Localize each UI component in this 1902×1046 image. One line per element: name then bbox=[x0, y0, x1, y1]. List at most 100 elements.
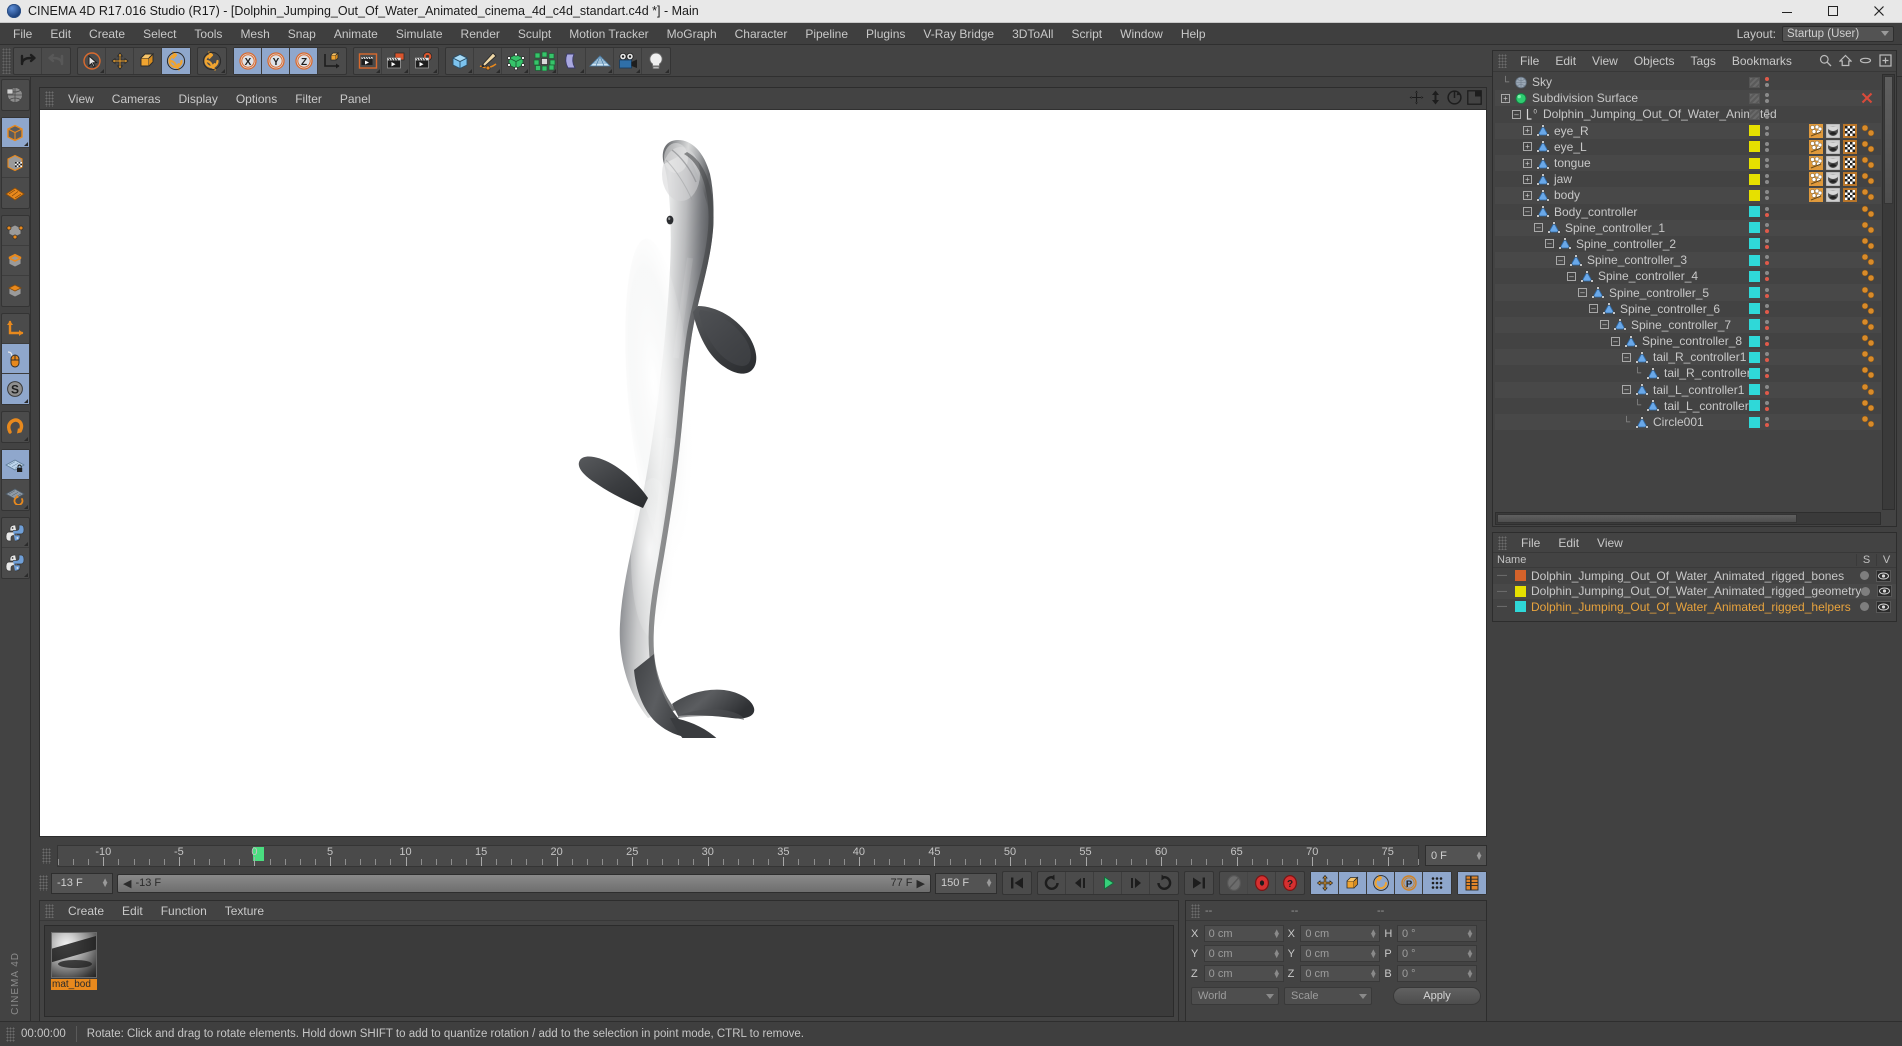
make-editable-icon[interactable] bbox=[2, 80, 29, 110]
visibility-dots[interactable] bbox=[1765, 352, 1769, 363]
object-row[interactable]: – 0 Dolphin_Jumping_Out_Of_Water_Animated bbox=[1495, 106, 1881, 122]
camera-icon[interactable] bbox=[614, 47, 642, 74]
python-script-2-icon[interactable] bbox=[2, 548, 29, 578]
plus-icon[interactable]: + bbox=[1523, 126, 1532, 136]
menu-sculpt[interactable]: Sculpt bbox=[509, 23, 560, 45]
layer-color-swatch[interactable] bbox=[1749, 287, 1760, 299]
om-menu-view[interactable]: View bbox=[1584, 51, 1626, 72]
layer-color-swatch[interactable] bbox=[1749, 238, 1760, 250]
layer-color-swatch[interactable] bbox=[1749, 141, 1760, 153]
coord-rot-p-input[interactable]: 0 ° ▲ ▼ bbox=[1396, 945, 1477, 962]
object-row[interactable]: + tongue bbox=[1495, 154, 1881, 172]
render-to-picture-viewer-icon[interactable] bbox=[382, 47, 410, 74]
polygon-mode-icon[interactable] bbox=[2, 276, 29, 306]
joint-dots-icon[interactable] bbox=[1860, 350, 1875, 364]
timeline-ruler[interactable]: -10 -5 0 5 10 15 20 25 30 35 40 45 50 55 60 65 70 75 bbox=[57, 845, 1419, 867]
tree-expand-toggle[interactable]: – bbox=[1587, 303, 1600, 314]
nurbs-generator-icon[interactable] bbox=[502, 47, 530, 74]
layer-solo-toggle[interactable] bbox=[1860, 602, 1869, 612]
menu-character[interactable]: Character bbox=[726, 23, 797, 45]
visibility-dots[interactable] bbox=[1765, 238, 1769, 249]
rotate-alt-icon[interactable] bbox=[198, 48, 226, 74]
stepper-icon[interactable]: ▲ ▼ bbox=[1369, 927, 1377, 939]
timeline-end-field[interactable]: 150 F ▲ ▼ bbox=[935, 872, 997, 894]
menu-edit[interactable]: Edit bbox=[41, 23, 80, 45]
material-manager-grip[interactable] bbox=[45, 903, 54, 918]
coord-size-z-input[interactable]: 0 cm ▲ ▼ bbox=[1300, 965, 1381, 982]
object-row[interactable]: – Spine_controller_7 bbox=[1495, 316, 1881, 333]
om-menu-edit[interactable]: Edit bbox=[1547, 51, 1584, 72]
visibility-dots[interactable] bbox=[1765, 417, 1769, 428]
record-active-objects-icon[interactable] bbox=[1248, 872, 1276, 894]
go-to-next-frame-icon[interactable] bbox=[1122, 872, 1150, 894]
material-menu-function[interactable]: Function bbox=[152, 901, 216, 921]
texture-tag-icon[interactable] bbox=[1826, 123, 1840, 138]
joint-dots-icon[interactable] bbox=[1860, 221, 1875, 235]
layer-color-swatch[interactable] bbox=[1749, 400, 1760, 412]
layer-color-swatch[interactable] bbox=[1749, 76, 1760, 88]
search-icon[interactable] bbox=[1819, 54, 1832, 67]
texture-mode-icon[interactable] bbox=[1, 148, 29, 178]
go-to-next-key-icon[interactable] bbox=[1150, 872, 1178, 894]
object-row[interactable]: – tail_R_controller1 bbox=[1495, 349, 1881, 366]
live-selection-icon[interactable] bbox=[78, 47, 106, 74]
primitive-cube-icon[interactable] bbox=[446, 47, 474, 74]
joint-dots-icon[interactable] bbox=[1860, 172, 1875, 186]
layer-color-swatch[interactable] bbox=[1749, 125, 1760, 137]
menu-3dtoall[interactable]: 3DToAll bbox=[1003, 23, 1062, 45]
menu-plugins[interactable]: Plugins bbox=[857, 23, 914, 45]
visibility-dots[interactable] bbox=[1765, 336, 1769, 347]
scrollbar-thumb[interactable] bbox=[1884, 76, 1893, 204]
minus-icon[interactable]: – bbox=[1578, 288, 1587, 298]
material-item[interactable]: mat_bod bbox=[51, 932, 97, 990]
viewport-rotate-icon[interactable] bbox=[1447, 90, 1462, 105]
tree-expand-toggle[interactable]: + bbox=[1521, 190, 1534, 201]
viewport-scale-icon[interactable] bbox=[1429, 90, 1442, 105]
layer-row[interactable]: — Dolphin_Jumping_Out_Of_Water_Animated_r… bbox=[1493, 583, 1896, 599]
layer-color-swatch[interactable] bbox=[1749, 157, 1760, 169]
menu-help[interactable]: Help bbox=[1172, 23, 1215, 45]
weight-tag-icon[interactable] bbox=[1809, 139, 1823, 154]
layer-color-swatch[interactable] bbox=[1515, 601, 1526, 613]
dolphin-model[interactable] bbox=[520, 138, 820, 738]
tree-expand-toggle[interactable]: – bbox=[1532, 222, 1545, 233]
stepper-icon[interactable]: ▲ ▼ bbox=[1466, 947, 1474, 959]
uv-tag-icon[interactable] bbox=[1843, 123, 1857, 138]
stepper-icon[interactable]: ▲ ▼ bbox=[1466, 967, 1474, 979]
minus-icon[interactable]: – bbox=[1512, 109, 1521, 119]
menu-script[interactable]: Script bbox=[1062, 23, 1111, 45]
lm-menu-view[interactable]: View bbox=[1588, 533, 1632, 553]
menu-pipeline[interactable]: Pipeline bbox=[796, 23, 857, 45]
axis-x-button[interactable]: X bbox=[234, 47, 262, 74]
minus-icon[interactable]: – bbox=[1523, 207, 1532, 217]
layer-solo-toggle[interactable] bbox=[1861, 586, 1871, 596]
object-row[interactable]: └ tail_R_controller2 bbox=[1495, 365, 1881, 381]
home-icon[interactable] bbox=[1839, 54, 1852, 67]
visibility-dots[interactable] bbox=[1765, 271, 1769, 282]
stepper-icon[interactable]: ▲ ▼ bbox=[1369, 967, 1377, 979]
model-mode-icon[interactable] bbox=[1, 118, 29, 148]
object-row[interactable]: └ Circle001 bbox=[1495, 413, 1881, 431]
viewport-menu-cameras[interactable]: Cameras bbox=[103, 88, 170, 110]
viewport-menu-view[interactable]: View bbox=[59, 88, 103, 110]
object-row[interactable]: – Spine_controller_1 bbox=[1495, 219, 1881, 236]
coord-size-y-input[interactable]: 0 cm ▲ ▼ bbox=[1300, 945, 1381, 962]
plus-icon[interactable]: + bbox=[1501, 93, 1510, 103]
texture-tag-icon[interactable] bbox=[1826, 172, 1840, 187]
layer-row[interactable]: — Dolphin_Jumping_Out_Of_Water_Animated_r… bbox=[1493, 599, 1896, 615]
visibility-dots[interactable] bbox=[1765, 368, 1769, 379]
point-mode-icon[interactable] bbox=[1, 216, 29, 246]
tree-expand-toggle[interactable]: + bbox=[1521, 174, 1534, 185]
frame-spinner-icon[interactable]: ▲ ▼ bbox=[1475, 849, 1483, 861]
uv-tag-icon[interactable] bbox=[1843, 139, 1857, 154]
minus-icon[interactable]: – bbox=[1534, 223, 1543, 233]
go-to-previous-frame-icon[interactable] bbox=[1066, 872, 1094, 894]
timeline-scrollbar[interactable]: ◀ -13 F 77 F ▶ bbox=[117, 873, 931, 893]
rotate-icon[interactable] bbox=[162, 47, 190, 74]
layer-color-swatch[interactable] bbox=[1749, 92, 1760, 104]
minus-icon[interactable]: – bbox=[1567, 271, 1576, 281]
viewport-menu-display[interactable]: Display bbox=[169, 88, 226, 110]
om-menu-tags[interactable]: Tags bbox=[1683, 51, 1724, 72]
object-row[interactable]: └ tail_L_controller2 bbox=[1495, 398, 1881, 414]
visibility-dots[interactable] bbox=[1765, 158, 1769, 169]
